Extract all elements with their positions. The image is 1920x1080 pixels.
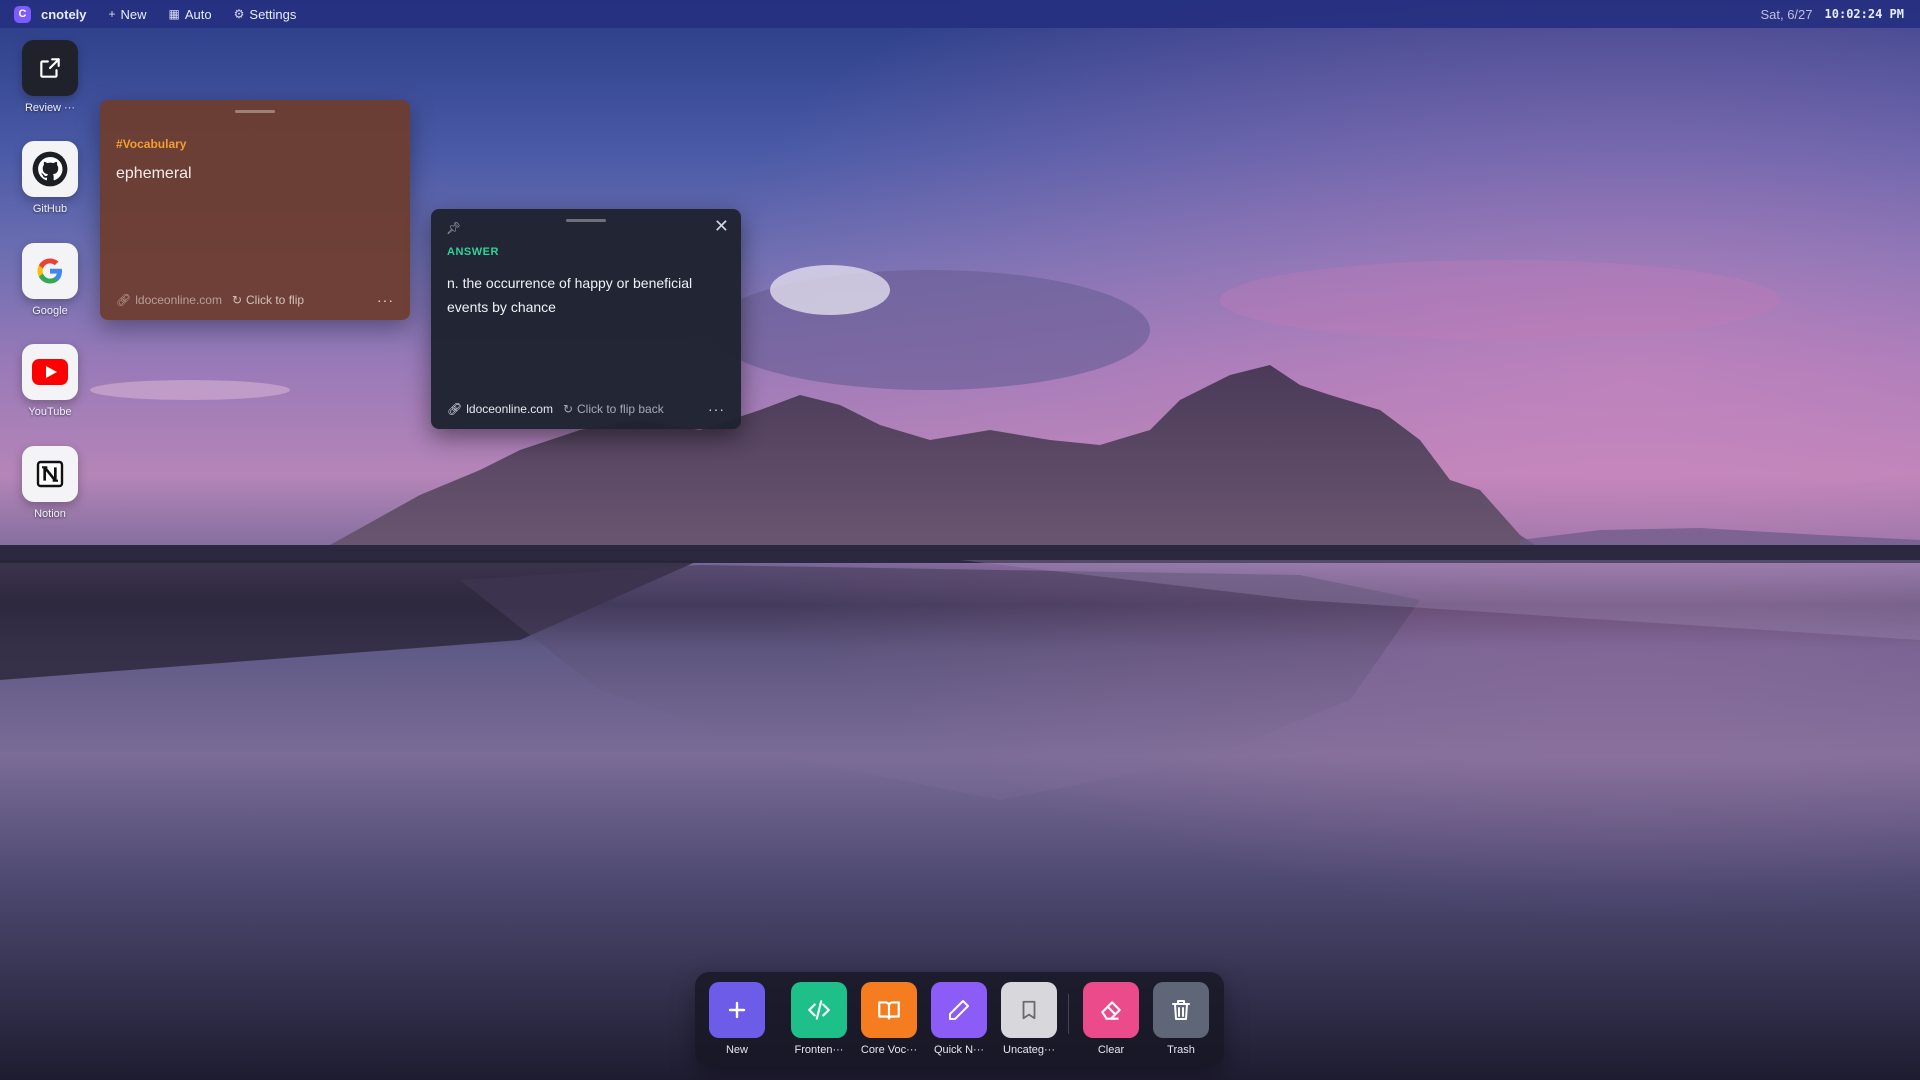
card-source-link[interactable]: 🔗︎ ldoceonline.com — [447, 402, 553, 416]
refresh-icon: ↻ — [562, 402, 574, 416]
dock-frontend[interactable]: Fronten··· — [791, 982, 847, 1056]
date-display: Sat, 6/27 — [1760, 6, 1813, 22]
dock-label: Clear — [1097, 1044, 1125, 1056]
dock-uncategorized[interactable]: Uncateg··· — [1001, 982, 1057, 1056]
card-source-link[interactable]: 🔗︎ ldoceonline.com — [116, 293, 222, 307]
dock-label: Trash — [1167, 1044, 1195, 1056]
trash-icon — [1153, 982, 1209, 1038]
auto-menu-label: Auto — [184, 6, 212, 22]
dock-trash[interactable]: Trash — [1153, 982, 1209, 1056]
dock-label: Uncateg··· — [1003, 1044, 1055, 1056]
dock-label: Fronten··· — [794, 1044, 844, 1056]
flashcard-front[interactable]: #Vocabulary ephemeral 🔗︎ ldoceonline.com… — [100, 100, 410, 320]
shortcut-notion[interactable]: Notion — [22, 446, 78, 520]
shortcut-label: GitHub — [32, 203, 68, 215]
settings-menu-label: Settings — [249, 6, 297, 22]
code-icon — [791, 982, 847, 1038]
flip-button[interactable]: ↻ Click to flip — [232, 293, 304, 307]
shortcut-review[interactable]: Review ··· — [22, 40, 78, 114]
card-footer: 🔗︎ ldoceonline.com ↻ Click to flip ··· — [116, 292, 394, 308]
clock-area: Sat, 6/27 10:02:24 PM — [1760, 7, 1904, 22]
shortcut-youtube[interactable]: YouTube — [22, 344, 78, 418]
flip-back-label: Click to flip back — [577, 402, 664, 416]
pin-icon[interactable]: 📌︎ — [446, 221, 461, 235]
eraser-icon — [1083, 982, 1139, 1038]
share-icon — [22, 40, 78, 96]
drag-handle[interactable] — [235, 110, 275, 113]
link-icon: 🔗︎ — [447, 402, 463, 416]
settings-menu-button[interactable]: ⚙ Settings — [234, 7, 297, 22]
card-word: ephemeral — [116, 165, 192, 182]
top-menu-bar: C cnotely + New ▦ Auto ⚙ Settings Sat, 6… — [0, 0, 1920, 28]
notion-icon — [22, 446, 78, 502]
time-display: 10:02:24 PM — [1824, 7, 1904, 21]
refresh-icon: ↻ — [231, 293, 243, 307]
book-icon — [861, 982, 917, 1038]
app-brand[interactable]: C cnotely — [14, 5, 87, 23]
shortcut-label: Review ··· — [24, 102, 76, 114]
shortcut-github[interactable]: GitHub — [22, 141, 78, 215]
more-options-button[interactable]: ··· — [377, 292, 394, 308]
new-menu-button[interactable]: + New — [109, 7, 147, 22]
plus-icon: + — [108, 7, 116, 21]
dock-clear[interactable]: Clear — [1083, 982, 1139, 1056]
flip-label: Click to flip — [246, 293, 305, 307]
bookmark-icon — [1001, 982, 1057, 1038]
card-tag[interactable]: #Vocabulary — [116, 137, 186, 151]
shortcut-google[interactable]: Google — [22, 243, 78, 317]
dock-separator — [1068, 994, 1069, 1034]
source-text: ldoceonline.com — [135, 293, 222, 307]
gear-icon: ⚙ — [233, 7, 245, 21]
app-logo-icon: C — [14, 5, 31, 23]
shortcut-label: YouTube — [28, 406, 72, 418]
flip-back-button[interactable]: ↻ Click to flip back — [563, 402, 664, 416]
dock-new[interactable]: New — [709, 982, 765, 1056]
shortcut-label: Notion — [34, 508, 66, 520]
flashcard-back[interactable]: 📌︎ ✕ ANSWER n. the occurrence of happy o… — [431, 209, 741, 429]
new-menu-label: New — [120, 6, 147, 22]
drag-handle[interactable] — [566, 219, 606, 222]
github-icon — [22, 141, 78, 197]
youtube-icon — [22, 344, 78, 400]
card-footer: 🔗︎ ldoceonline.com ↻ Click to flip back … — [447, 401, 725, 417]
link-icon: 🔗︎ — [116, 293, 132, 307]
close-icon[interactable]: ✕ — [714, 216, 729, 237]
pencil-icon — [931, 982, 987, 1038]
dock-quick-notes[interactable]: Quick N··· — [931, 982, 987, 1056]
grid-icon: ▦ — [168, 7, 180, 21]
answer-text: n. the occurrence of happy or beneficial… — [447, 275, 693, 315]
dock-label: Core Voc··· — [860, 1044, 918, 1056]
google-icon — [22, 243, 78, 299]
dock-label: New — [725, 1044, 748, 1056]
shortcut-label: Google — [32, 305, 68, 317]
plus-icon — [709, 982, 765, 1038]
more-options-button[interactable]: ··· — [708, 401, 725, 417]
dock-label: Quick N··· — [933, 1044, 985, 1056]
answer-label: ANSWER — [447, 246, 499, 258]
auto-menu-button[interactable]: ▦ Auto — [169, 7, 212, 22]
dock-core-vocab[interactable]: Core Voc··· — [861, 982, 917, 1056]
bottom-dock: New Fronten··· Core Voc··· Quick N··· Un… — [695, 972, 1224, 1067]
app-name: cnotely — [41, 6, 87, 22]
source-text: ldoceonline.com — [466, 402, 553, 416]
